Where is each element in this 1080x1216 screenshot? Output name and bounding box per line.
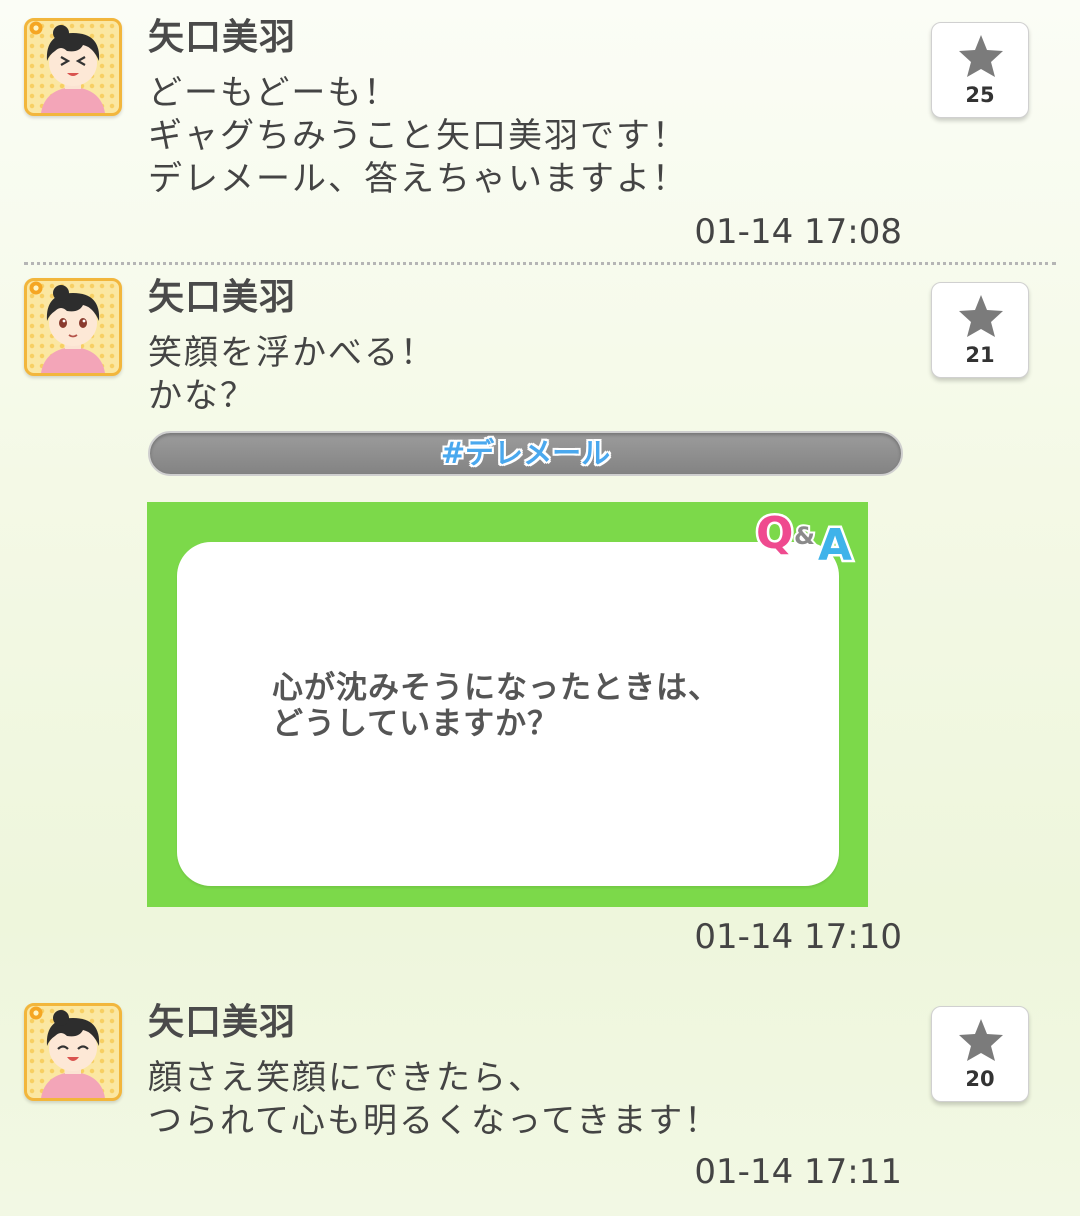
qa-card-image[interactable]: 心が沈みそうになったときは、 どうしていますか？ Q & A [147, 502, 868, 907]
post-divider [24, 262, 1056, 265]
qa-card-panel: 心が沈みそうになったときは、 どうしていますか？ [177, 542, 839, 886]
author-name: 矢口美羽 [148, 277, 297, 318]
like-count: 25 [965, 83, 995, 107]
timestamp: 01-14 17:11 [694, 1152, 902, 1192]
author-avatar[interactable] [24, 18, 122, 116]
message-line: 笑顔を浮かべる！ [148, 333, 436, 373]
message-line: どーもどーも！ [148, 73, 400, 113]
timestamp: 01-14 17:10 [694, 917, 902, 957]
star-icon [959, 295, 1003, 337]
message-text: 笑顔を浮かべる！ かな？ [148, 332, 888, 418]
author-name: 矢口美羽 [148, 1002, 297, 1043]
qa-badge-icon: Q & A [754, 506, 855, 567]
message-line: ギャグちみうこと矢口美羽です！ [148, 116, 688, 156]
author-avatar[interactable] [24, 278, 122, 376]
like-button[interactable]: 20 [931, 1006, 1029, 1102]
author-name: 矢口美羽 [148, 17, 297, 58]
flower-icon [29, 281, 43, 295]
like-button[interactable]: 21 [931, 282, 1029, 378]
like-count: 20 [965, 1067, 995, 1091]
like-button[interactable]: 25 [931, 22, 1029, 118]
hashtag-button[interactable]: #デレメール [148, 431, 903, 476]
svg-text:Q: Q [756, 508, 793, 559]
message-line: デレメール、答えちゃいますよ！ [148, 159, 688, 199]
message-line: 顔さえ笑顔にできたら、 [148, 1058, 544, 1098]
message-text: どーもどーも！ ギャグちみうこと矢口美羽です！ デレメール、答えちゃいますよ！ [148, 72, 888, 201]
flower-icon [29, 21, 43, 35]
flower-icon [29, 1006, 43, 1020]
message-line: つられて心も明るくなってきます！ [148, 1101, 721, 1141]
qa-question: 心が沈みそうになったときは、 どうしていますか？ [272, 670, 720, 742]
author-avatar[interactable] [24, 1003, 122, 1101]
timestamp: 01-14 17:08 [694, 212, 902, 252]
svg-text:A: A [818, 520, 852, 566]
star-icon [959, 1019, 1003, 1061]
svg-text:&: & [794, 522, 815, 550]
message-line: かな？ [148, 376, 256, 416]
like-count: 21 [965, 343, 995, 367]
message-text: 顔さえ笑顔にできたら、 つられて心も明るくなってきます！ [148, 1057, 888, 1143]
star-icon [959, 35, 1003, 77]
qa-question-line: どうしていますか？ [272, 706, 560, 742]
hashtag-label: #デレメール [440, 436, 611, 470]
qa-question-line: 心が沈みそうになったときは、 [272, 670, 720, 706]
